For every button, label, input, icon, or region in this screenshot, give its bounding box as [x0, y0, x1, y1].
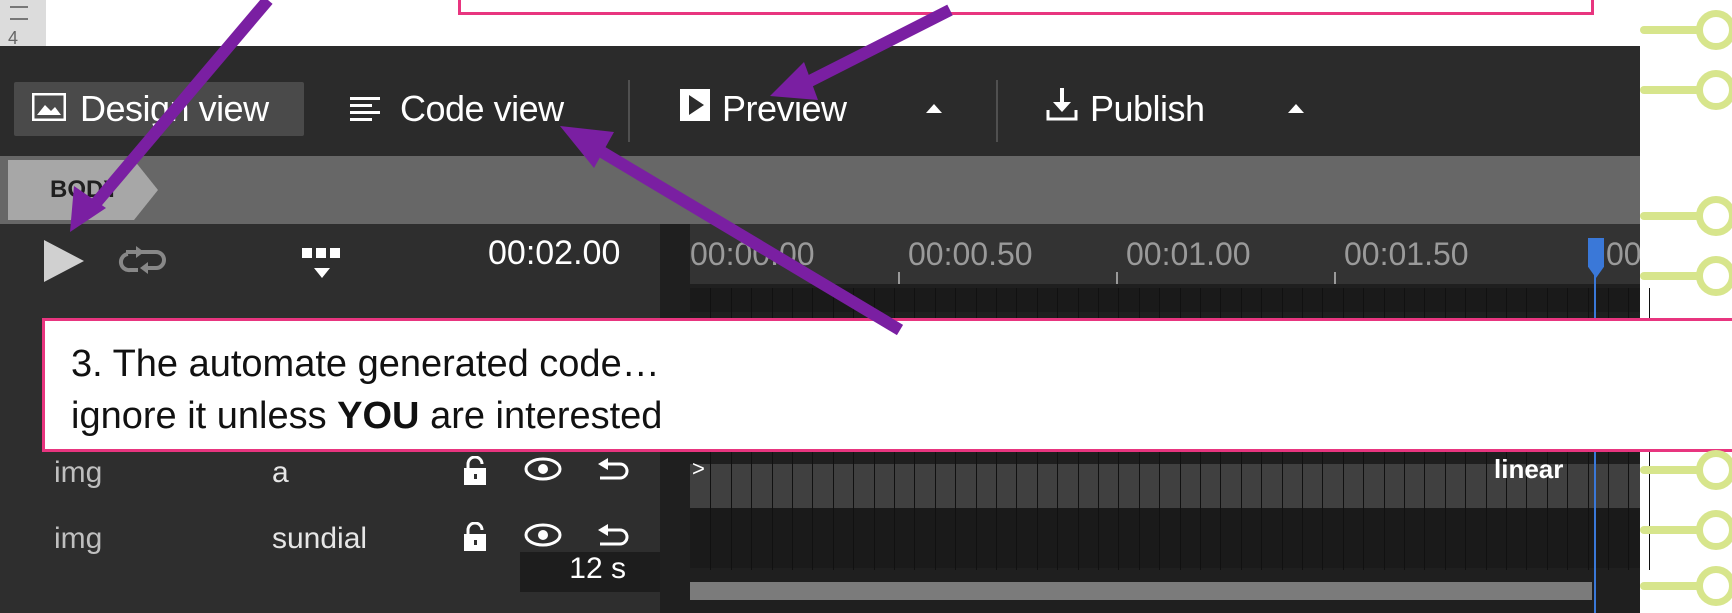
layer-name: sundial	[272, 522, 368, 555]
layer-type: img	[54, 522, 103, 555]
play-icon[interactable]	[40, 238, 88, 289]
breadcrumb-body[interactable]: BODY	[8, 160, 158, 220]
eye-icon[interactable]	[524, 522, 562, 555]
connector-decoration	[1640, 510, 1732, 550]
connector-decoration	[1640, 70, 1732, 110]
annotation-box-top	[458, 0, 1594, 15]
callout-emphasis: YOU	[337, 395, 420, 437]
callout-text: are interested	[419, 395, 663, 437]
easing-label: linear	[1494, 454, 1564, 484]
ruler-tick-label: 00:00.50	[908, 236, 1033, 272]
publish-label: Publish	[1090, 88, 1205, 129]
ruler-tick	[898, 272, 900, 284]
lock-icon[interactable]	[462, 455, 488, 493]
connector-decoration	[1640, 566, 1732, 606]
connector-decoration	[1640, 256, 1732, 296]
design-view-button[interactable]: Design view	[14, 82, 304, 136]
connector-decoration	[1640, 196, 1732, 236]
current-time: 00:02.00	[488, 234, 621, 272]
eye-icon[interactable]	[524, 456, 562, 489]
image-icon	[31, 88, 67, 130]
keyframe-start-marker[interactable]: >	[692, 456, 705, 482]
preview-button[interactable]: Preview	[680, 82, 880, 136]
download-icon	[1046, 87, 1078, 131]
ruler-tick	[1116, 272, 1118, 284]
keyframe-filter-icon[interactable]	[300, 246, 344, 285]
play-box-icon	[680, 88, 710, 130]
toolbar-divider	[996, 80, 998, 142]
lock-icon[interactable]	[462, 521, 488, 559]
callout-text: ignore it unless	[71, 395, 338, 437]
connector-decoration	[1640, 10, 1732, 50]
ruler-tick-label: 00	[1606, 236, 1640, 272]
loop-icon[interactable]	[118, 246, 168, 281]
breadcrumb: BODY	[0, 156, 1640, 224]
ruler-tick	[1334, 272, 1336, 284]
timeline-scrollbar[interactable]	[690, 582, 1592, 600]
preview-label: Preview	[722, 88, 847, 129]
timeline-duration[interactable]: 12 s	[520, 552, 660, 592]
reset-arrow-icon[interactable]	[596, 456, 630, 491]
vertical-ruler: 4	[0, 0, 46, 48]
code-lines-icon	[350, 88, 380, 130]
ruler-tick	[10, 6, 28, 8]
layer-name: a	[272, 456, 289, 489]
time-ruler[interactable]: 00:00.00 00:00.50 00:01.00 00:01.50 00	[690, 224, 1640, 284]
annotation-callout: 3. The automate generated code… ignore i…	[42, 318, 1732, 452]
preview-dropdown-caret[interactable]	[926, 104, 942, 113]
ruler-tick	[10, 18, 28, 20]
layer-type: img	[54, 456, 103, 489]
toolbar: Design view Code view Preview Publish	[0, 46, 1640, 156]
toolbar-divider	[628, 80, 630, 142]
callout-line-2: ignore it unless YOU are interested	[71, 395, 662, 438]
code-view-button[interactable]: Code view	[350, 82, 610, 136]
code-view-label: Code view	[400, 88, 564, 129]
connector-decoration	[1640, 450, 1732, 490]
publish-dropdown-caret[interactable]	[1288, 104, 1304, 113]
ruler-tick-label: 00:01.50	[1344, 236, 1469, 272]
design-view-label: Design view	[80, 88, 269, 129]
ruler-tick-label: 00:01.00	[1126, 236, 1251, 272]
ruler-tick-label: 00:00.00	[690, 236, 815, 272]
callout-line-1: 3. The automate generated code…	[71, 343, 660, 385]
publish-button[interactable]: Publish	[1046, 82, 1236, 136]
